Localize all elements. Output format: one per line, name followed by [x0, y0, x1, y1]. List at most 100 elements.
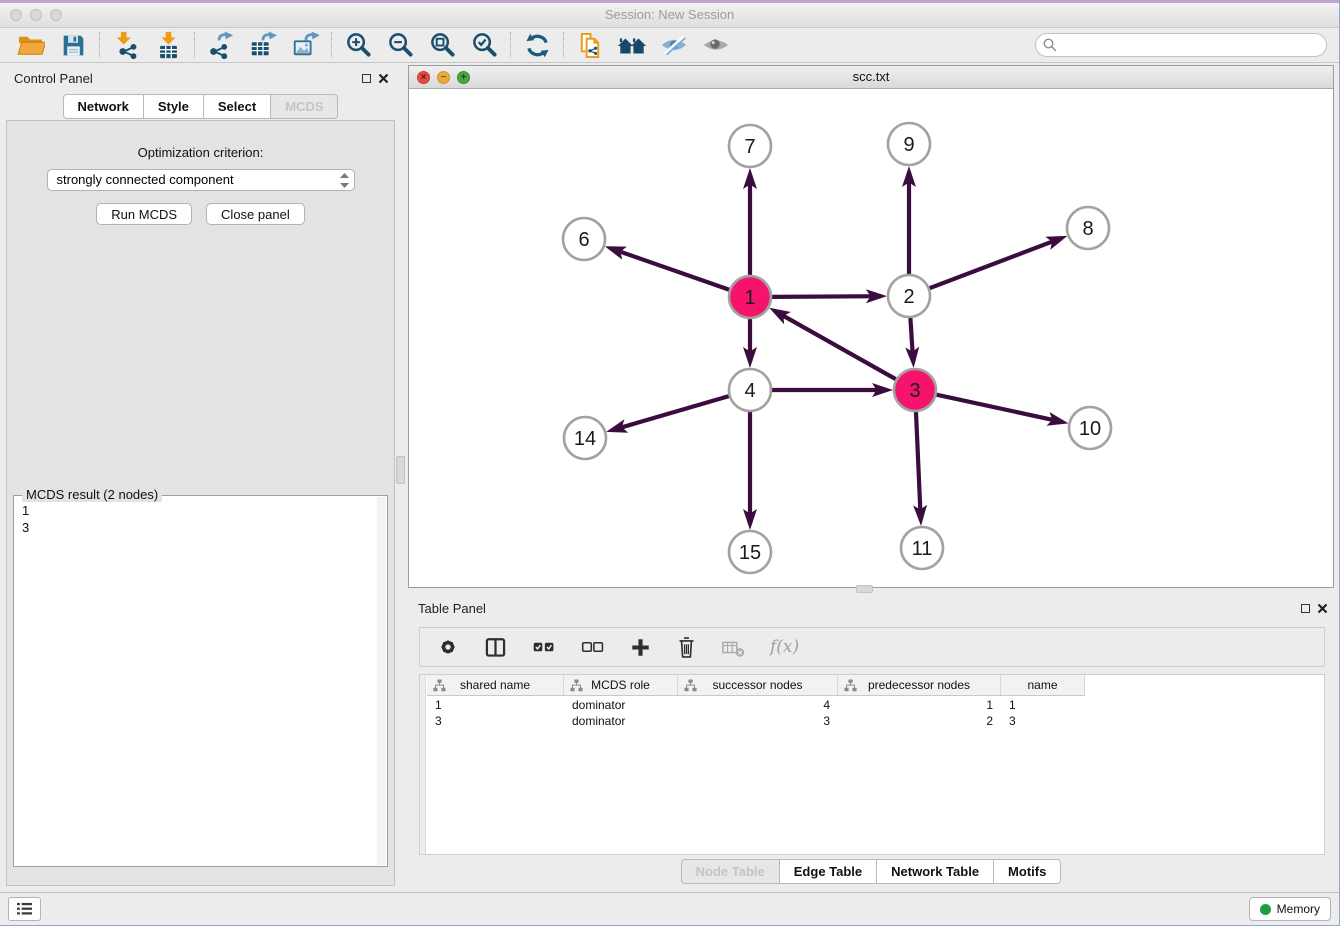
graph-edge-2-3[interactable] — [910, 318, 913, 362]
application-window: Session: New Session — [0, 0, 1340, 926]
result-line: 3 — [22, 519, 379, 536]
table-header-row: shared name MCDS role successor nodes pr… — [427, 675, 1085, 696]
refresh-layout-button[interactable] — [516, 30, 558, 60]
close-panel-icon[interactable] — [378, 73, 389, 84]
graph-edge-4-14[interactable] — [612, 396, 729, 430]
control-panel: Control Panel Network Style Select MCDS … — [6, 66, 395, 886]
save-icon — [61, 33, 86, 58]
memory-button[interactable]: Memory — [1249, 897, 1331, 921]
column-header[interactable]: predecessor nodes — [838, 675, 1001, 695]
column-header[interactable]: name — [1001, 675, 1085, 695]
delete-row-button[interactable] — [675, 635, 698, 660]
table-cell[interactable]: dominator — [564, 713, 678, 729]
tab-network-table[interactable]: Network Table — [876, 859, 994, 884]
graph-edge-3-10[interactable] — [936, 395, 1062, 422]
search-input[interactable] — [1035, 33, 1327, 57]
table-cell[interactable]: dominator — [564, 697, 678, 713]
export-network-button[interactable] — [200, 30, 242, 60]
tab-style[interactable]: Style — [143, 94, 204, 119]
tab-node-table[interactable]: Node Table — [681, 859, 780, 884]
table-cell[interactable]: 3 — [678, 713, 838, 729]
float-table-panel-icon[interactable] — [1301, 604, 1310, 613]
split-columns-button[interactable] — [483, 635, 508, 659]
table-toolbar: f(x) — [419, 627, 1325, 667]
table-panel: Table Panel — [408, 596, 1334, 886]
open-folder-icon — [17, 33, 45, 57]
import-network-button[interactable] — [105, 30, 147, 60]
hide-selected-button[interactable] — [653, 30, 695, 60]
delete-table-button[interactable] — [721, 635, 747, 659]
graph-node-label-11: 11 — [912, 538, 933, 560]
export-table-button[interactable] — [242, 30, 284, 60]
add-row-button[interactable] — [629, 636, 652, 659]
tab-edge-table[interactable]: Edge Table — [779, 859, 877, 884]
home-icon — [617, 33, 647, 57]
eye-slash-icon — [660, 33, 688, 57]
function-builder-button[interactable]: f(x) — [770, 637, 799, 657]
table-cell[interactable]: 1 — [427, 697, 564, 713]
column-type-icon — [433, 679, 446, 692]
column-header-label: successor nodes — [712, 678, 802, 692]
import-network-icon — [113, 31, 140, 59]
table-body: 1dominator4113dominator323 — [427, 697, 1324, 729]
graph-node-label-15: 15 — [739, 542, 761, 564]
criterion-select[interactable]: strongly connected component — [47, 169, 355, 191]
memory-label: Memory — [1277, 902, 1320, 916]
tab-motifs[interactable]: Motifs — [993, 859, 1061, 884]
graph-edge-3-1[interactable] — [774, 311, 895, 379]
tab-mcds[interactable]: MCDS — [270, 94, 338, 119]
column-type-icon — [570, 679, 583, 692]
export-image-button[interactable] — [284, 30, 326, 60]
refresh-icon — [524, 32, 551, 59]
column-header[interactable]: MCDS role — [564, 675, 678, 695]
network-canvas[interactable]: 7968124314101511 — [409, 89, 1333, 587]
tab-select[interactable]: Select — [203, 94, 271, 119]
float-panel-icon[interactable] — [362, 74, 371, 83]
table-panel-title: Table Panel — [408, 601, 486, 616]
table-cell[interactable]: 2 — [838, 713, 1001, 729]
table-cell[interactable]: 3 — [427, 713, 564, 729]
table-cell[interactable]: 1 — [1001, 697, 1085, 713]
table-cell[interactable]: 4 — [678, 697, 838, 713]
graph-edge-1-6[interactable] — [610, 248, 729, 290]
column-header[interactable]: successor nodes — [678, 675, 838, 695]
toolbar-divider — [99, 32, 100, 58]
table-settings-button[interactable] — [436, 635, 460, 659]
home-view-button[interactable] — [611, 30, 653, 60]
vertical-splitter-handle[interactable] — [396, 456, 405, 484]
toolbar-divider — [510, 32, 511, 58]
close-table-panel-icon[interactable] — [1317, 603, 1328, 614]
graph-edge-2-8[interactable] — [930, 238, 1062, 288]
table-row[interactable]: 1dominator411 — [427, 697, 1324, 713]
column-header-label: shared name — [460, 678, 530, 692]
toolbar-divider — [331, 32, 332, 58]
table-cell[interactable]: 3 — [1001, 713, 1085, 729]
horizontal-splitter-handle[interactable] — [856, 585, 873, 593]
select-unchecked-button[interactable] — [580, 635, 606, 659]
zoom-in-button[interactable] — [337, 30, 379, 60]
zoom-selected-button[interactable] — [463, 30, 505, 60]
control-panel-header: Control Panel — [6, 66, 395, 90]
tab-network[interactable]: Network — [63, 94, 144, 119]
zoom-out-button[interactable] — [379, 30, 421, 60]
status-bar: Memory — [0, 892, 1339, 925]
zoom-fit-button[interactable] — [421, 30, 463, 60]
select-checked-button[interactable] — [531, 635, 557, 659]
import-table-button[interactable] — [147, 30, 189, 60]
show-all-button[interactable] — [695, 30, 737, 60]
graph-edge-1-2[interactable] — [772, 296, 881, 297]
close-panel-button[interactable]: Close panel — [206, 203, 305, 225]
row-gutter — [420, 675, 426, 854]
table-row[interactable]: 3dominator323 — [427, 713, 1324, 729]
main-toolbar — [0, 28, 1339, 63]
clone-network-button[interactable] — [569, 30, 611, 60]
graph-edge-3-11[interactable] — [916, 412, 921, 520]
save-session-button[interactable] — [52, 30, 94, 60]
result-scrollbar[interactable] — [377, 497, 386, 865]
run-mcds-button[interactable]: Run MCDS — [96, 203, 192, 225]
open-session-button[interactable] — [10, 30, 52, 60]
table-cell[interactable]: 1 — [838, 697, 1001, 713]
column-header[interactable]: shared name — [427, 675, 564, 695]
task-history-button[interactable] — [8, 897, 41, 921]
split-columns-icon — [483, 635, 508, 659]
